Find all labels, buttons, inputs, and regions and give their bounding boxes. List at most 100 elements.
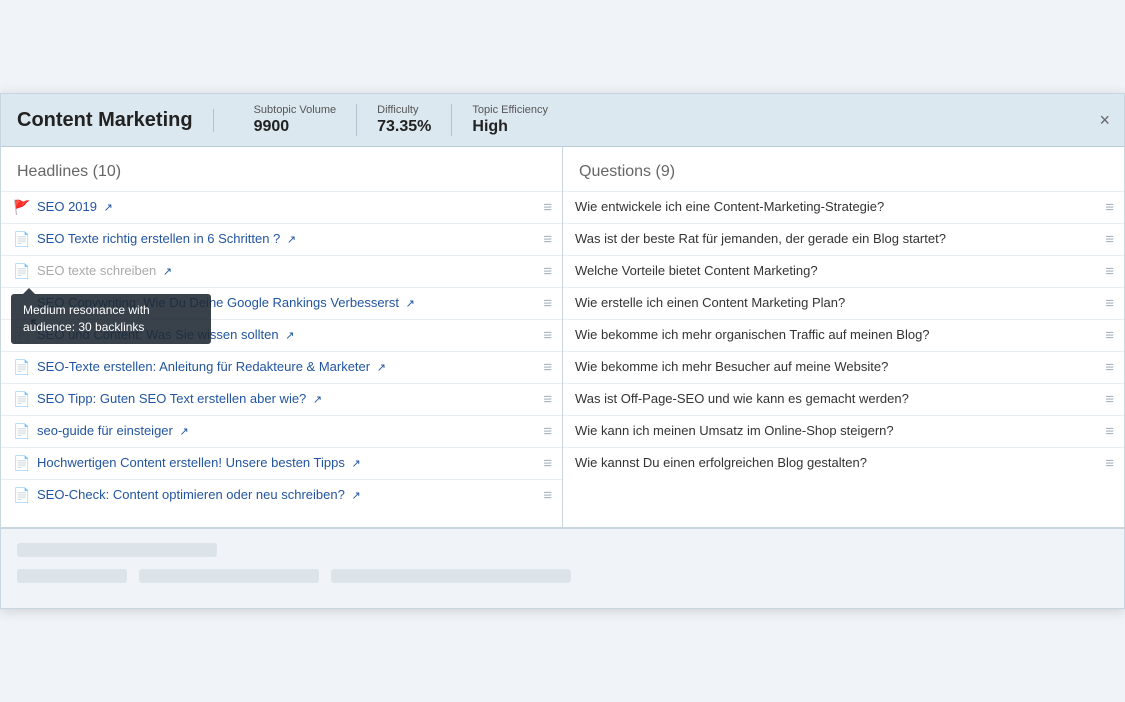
page-icon: 📄 xyxy=(13,361,31,375)
menu-icon[interactable]: ≡ xyxy=(1105,359,1114,376)
list-item[interactable]: 📄 seo-guide für einsteiger ↗ ≡ xyxy=(1,415,562,447)
questions-panel: Questions (9) Wie entwickele ich eine Co… xyxy=(563,147,1124,527)
external-link-icon: ↗ xyxy=(285,330,294,342)
page-icon: 📄 xyxy=(13,425,31,439)
flag-icon: 🚩 xyxy=(13,201,31,215)
menu-icon[interactable]: ≡ xyxy=(1105,455,1114,472)
list-item[interactable]: Was ist Off-Page-SEO und wie kann es gem… xyxy=(563,383,1124,415)
item-text: SEO Tipp: Guten SEO Text erstellen aber … xyxy=(37,391,535,408)
modal-footer xyxy=(1,528,1124,608)
list-item[interactable]: 📄 SEO texte schreiben ↗ ≡ Medium resonan… xyxy=(1,255,562,287)
item-text: Welche Vorteile bietet Content Marketing… xyxy=(575,263,1097,280)
list-item[interactable]: 📄 SEO Tipp: Guten SEO Text erstellen abe… xyxy=(1,383,562,415)
external-link-icon: ↗ xyxy=(287,234,296,246)
menu-icon[interactable]: ≡ xyxy=(1105,423,1114,440)
menu-icon[interactable]: ≡ xyxy=(543,327,552,344)
difficulty-value: 73.35% xyxy=(377,118,431,136)
item-text: Wie bekomme ich mehr organischen Traffic… xyxy=(575,327,1097,344)
efficiency-label: Topic Efficiency xyxy=(472,104,548,116)
list-item[interactable]: 📄 SEO-Check: Content optimieren oder neu… xyxy=(1,479,562,511)
menu-icon[interactable]: ≡ xyxy=(1105,199,1114,216)
item-text: SEO 2019 ↗ xyxy=(37,199,535,216)
difficulty-label: Difficulty xyxy=(377,104,431,116)
page-icon: 📄 xyxy=(13,457,31,471)
footer-blur-bar-1 xyxy=(17,543,217,557)
menu-icon[interactable]: ≡ xyxy=(543,487,552,504)
item-text: Wie kannst Du einen erfolgreichen Blog g… xyxy=(575,455,1097,472)
footer-blur-bar-row xyxy=(17,569,1108,583)
item-text: Wie kann ich meinen Umsatz im Online-Sho… xyxy=(575,423,1097,440)
modal-header: Content Marketing Subtopic Volume 9900 D… xyxy=(1,94,1124,147)
list-item[interactable]: Was ist der beste Rat für jemanden, der … xyxy=(563,223,1124,255)
item-text: seo-guide für einsteiger ↗ xyxy=(37,423,535,440)
page-icon: 📄 xyxy=(13,265,31,279)
list-item[interactable]: Wie entwickele ich eine Content-Marketin… xyxy=(563,191,1124,223)
list-item[interactable]: Wie bekomme ich mehr organischen Traffic… xyxy=(563,319,1124,351)
modal-body: Headlines (10) 🚩 SEO 2019 ↗ ≡ 📄 SEO Text… xyxy=(1,147,1124,528)
difficulty-stat: Difficulty 73.35% xyxy=(357,104,452,136)
footer-blur-bar-3 xyxy=(139,569,319,583)
list-item[interactable]: Wie kannst Du einen erfolgreichen Blog g… xyxy=(563,447,1124,479)
menu-icon[interactable]: ≡ xyxy=(1105,231,1114,248)
item-text: SEO texte schreiben ↗ xyxy=(37,263,535,280)
item-text: SEO-Check: Content optimieren oder neu s… xyxy=(37,487,535,504)
list-item[interactable]: 📄 Hochwertigen Content erstellen! Unsere… xyxy=(1,447,562,479)
list-item[interactable]: 🚩 SEO 2019 ↗ ≡ xyxy=(1,191,562,223)
external-link-icon: ↗ xyxy=(104,202,113,214)
item-text: Hochwertigen Content erstellen! Unsere b… xyxy=(37,455,535,472)
item-text: SEO-Texte erstellen: Anleitung für Redak… xyxy=(37,359,535,376)
item-text: SEO und Content: Was Sie wissen sollten … xyxy=(37,327,535,344)
external-link-icon: ↗ xyxy=(163,266,172,278)
list-item[interactable]: Wie bekomme ich mehr Besucher auf meine … xyxy=(563,351,1124,383)
menu-icon[interactable]: ≡ xyxy=(543,423,552,440)
page-icon: 📄 xyxy=(13,393,31,407)
menu-icon[interactable]: ≡ xyxy=(1105,327,1114,344)
menu-icon[interactable]: ≡ xyxy=(1105,295,1114,312)
list-item[interactable]: Wie kann ich meinen Umsatz im Online-Sho… xyxy=(563,415,1124,447)
page-icon: 📄 xyxy=(13,233,31,247)
list-item[interactable]: 📄 SEO und Content: Was Sie wissen sollte… xyxy=(1,319,562,351)
modal-title: Content Marketing xyxy=(17,109,214,132)
menu-icon[interactable]: ≡ xyxy=(543,295,552,312)
list-item[interactable]: 📄 SEO Copywriting: Wie Du Deine Google R… xyxy=(1,287,562,319)
list-item[interactable]: 📄 SEO-Texte erstellen: Anleitung für Red… xyxy=(1,351,562,383)
subtopic-label: Subtopic Volume xyxy=(254,104,337,116)
item-text: Wie erstelle ich einen Content Marketing… xyxy=(575,295,1097,312)
page-icon: 📄 xyxy=(13,297,31,311)
menu-icon[interactable]: ≡ xyxy=(543,455,552,472)
item-text: SEO Copywriting: Wie Du Deine Google Ran… xyxy=(37,295,535,312)
menu-icon[interactable]: ≡ xyxy=(543,199,552,216)
page-icon: 📄 xyxy=(13,489,31,503)
subtopic-value: 9900 xyxy=(254,118,337,136)
headlines-header: Headlines (10) xyxy=(1,163,562,191)
close-button[interactable]: × xyxy=(1099,111,1110,129)
menu-icon[interactable]: ≡ xyxy=(1105,391,1114,408)
modal-container: Content Marketing Subtopic Volume 9900 D… xyxy=(0,93,1125,609)
headlines-panel: Headlines (10) 🚩 SEO 2019 ↗ ≡ 📄 SEO Text… xyxy=(1,147,563,527)
questions-header: Questions (9) xyxy=(563,163,1124,191)
external-link-icon: ↗ xyxy=(179,426,188,438)
item-text: Was ist Off-Page-SEO und wie kann es gem… xyxy=(575,391,1097,408)
external-link-icon: ↗ xyxy=(351,490,360,502)
footer-blur-bar-2 xyxy=(17,569,127,583)
efficiency-value: High xyxy=(472,118,548,136)
item-text: Wie bekomme ich mehr Besucher auf meine … xyxy=(575,359,1097,376)
efficiency-stat: Topic Efficiency High xyxy=(452,104,568,136)
item-text: SEO Texte richtig erstellen in 6 Schritt… xyxy=(37,231,535,248)
menu-icon[interactable]: ≡ xyxy=(543,231,552,248)
list-item[interactable]: Wie erstelle ich einen Content Marketing… xyxy=(563,287,1124,319)
menu-icon[interactable]: ≡ xyxy=(543,359,552,376)
list-item[interactable]: 📄 SEO Texte richtig erstellen in 6 Schri… xyxy=(1,223,562,255)
item-text: Was ist der beste Rat für jemanden, der … xyxy=(575,231,1097,248)
menu-icon[interactable]: ≡ xyxy=(1105,263,1114,280)
list-item[interactable]: Welche Vorteile bietet Content Marketing… xyxy=(563,255,1124,287)
footer-blur-bar-4 xyxy=(331,569,571,583)
page-icon: 📄 xyxy=(13,329,31,343)
item-text: Wie entwickele ich eine Content-Marketin… xyxy=(575,199,1097,216)
menu-icon[interactable]: ≡ xyxy=(543,391,552,408)
subtopic-stat: Subtopic Volume 9900 xyxy=(234,104,358,136)
external-link-icon: ↗ xyxy=(313,394,322,406)
external-link-icon: ↗ xyxy=(406,298,415,310)
external-link-icon: ↗ xyxy=(351,458,360,470)
menu-icon[interactable]: ≡ xyxy=(543,263,552,280)
